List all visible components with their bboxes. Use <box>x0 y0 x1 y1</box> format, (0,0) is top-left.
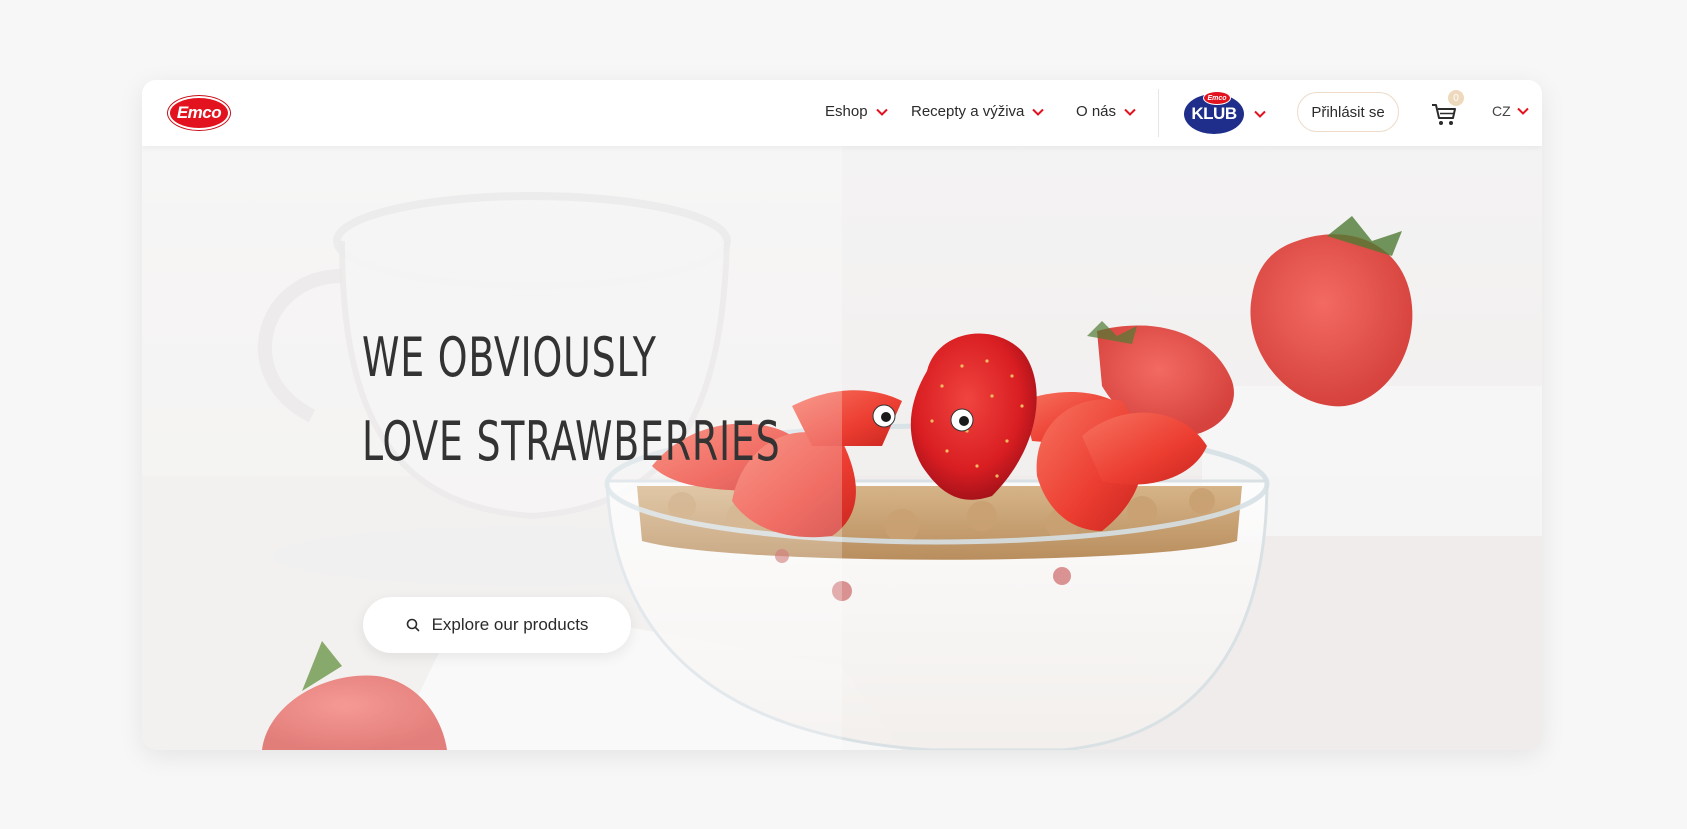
chevron-down-icon <box>1516 107 1529 115</box>
explore-products-button[interactable]: Explore our products <box>363 597 631 653</box>
hero-section: WE OBVIOUSLY LOVE STRAWBERRIES Explore o… <box>142 146 1542 750</box>
emco-logo[interactable]: Emco <box>168 96 230 130</box>
header-divider <box>1158 89 1159 137</box>
chevron-down-icon <box>1032 108 1045 116</box>
hero-image <box>142 146 1542 750</box>
logo-text: Emco <box>176 103 222 122</box>
headline-line-2: LOVE STRAWBERRIES <box>362 410 781 473</box>
hero-headline: WE OBVIOUSLY LOVE STRAWBERRIES <box>362 316 780 484</box>
chevron-down-icon <box>1124 108 1136 116</box>
login-label: Přihlásit se <box>1311 103 1385 121</box>
language-selector[interactable]: CZ <box>1492 103 1529 119</box>
site-header: Emco Eshop Recepty a výživa O nás Emco K… <box>142 80 1542 146</box>
klub-label: KLUB <box>1191 104 1237 123</box>
cart-count-badge: 0 <box>1448 90 1464 106</box>
nav-label-recepty: Recepty a výživa <box>911 103 1025 120</box>
headline-line-1: WE OBVIOUSLY <box>362 326 657 389</box>
nav-item-eshop[interactable]: Eshop <box>825 103 888 120</box>
klub-badge: Emco <box>1203 91 1231 105</box>
nav-item-o-nas[interactable]: O nás <box>1076 103 1136 120</box>
nav-label-o-nas: O nás <box>1076 103 1117 120</box>
cta-label: Explore our products <box>431 615 589 634</box>
nav-label-eshop: Eshop <box>825 103 868 120</box>
chevron-down-icon <box>875 108 888 116</box>
nav-item-recepty[interactable]: Recepty a výživa <box>911 103 1045 120</box>
search-icon <box>406 618 420 632</box>
language-label: CZ <box>1492 103 1511 119</box>
login-button[interactable]: Přihlásit se <box>1297 92 1399 132</box>
chevron-down-icon[interactable] <box>1254 110 1266 118</box>
page-frame: Emco Eshop Recepty a výživa O nás Emco K… <box>142 80 1542 750</box>
